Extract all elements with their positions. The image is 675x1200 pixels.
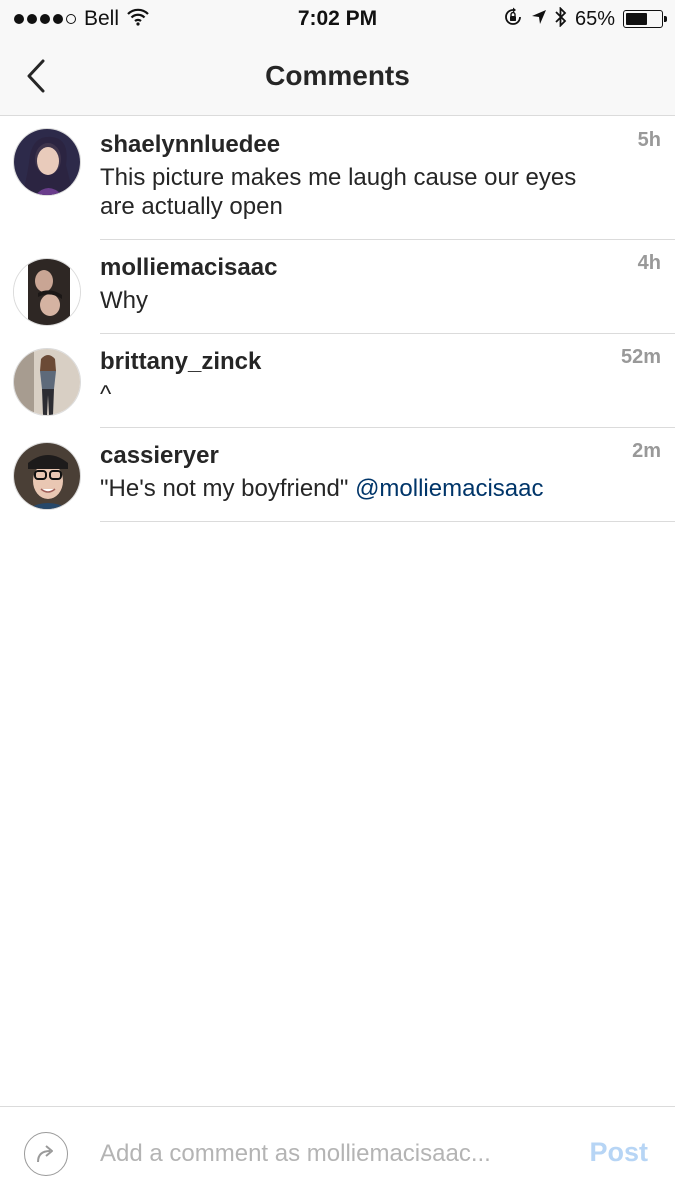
avatar[interactable] xyxy=(13,442,81,510)
share-button[interactable] xyxy=(24,1132,68,1176)
battery-level-fill xyxy=(626,13,647,25)
battery-icon xyxy=(623,10,667,28)
comment-input[interactable] xyxy=(100,1137,560,1171)
comment-timestamp: 5h xyxy=(637,129,661,151)
comment-text: "He's not my boyfriend" @molliemacisaac xyxy=(100,475,544,502)
comment-text: Why xyxy=(100,287,148,314)
comment-content: brittany_zinck ^ 52m xyxy=(100,334,675,428)
comment-timestamp: 4h xyxy=(637,252,661,274)
avatar[interactable] xyxy=(13,348,81,416)
avatar[interactable] xyxy=(13,128,81,196)
bluetooth-icon xyxy=(555,5,567,32)
comment-item: cassieryer "He's not my boyfriend" @moll… xyxy=(0,428,675,522)
post-button[interactable]: Post xyxy=(589,1137,648,1168)
avatar[interactable] xyxy=(13,258,81,326)
mention-link[interactable]: @molliemacisaac xyxy=(355,475,543,502)
status-bar: Bell 7:02 PM 65% xyxy=(0,0,675,38)
comment-username[interactable]: molliemacisaac xyxy=(100,254,605,282)
location-arrow-icon xyxy=(531,9,547,30)
comment-text: ^ xyxy=(100,381,112,408)
comment-username[interactable]: brittany_zinck xyxy=(100,348,605,376)
battery-percent: 65% xyxy=(574,7,615,30)
comment-content: shaelynnluedee This picture makes me lau… xyxy=(100,117,675,240)
comment-item: brittany_zinck ^ 52m xyxy=(0,334,675,428)
comment-timestamp: 52m xyxy=(620,346,661,368)
navigation-bar: Comments xyxy=(0,38,675,116)
comment-item: shaelynnluedee This picture makes me lau… xyxy=(0,117,675,240)
comment-composer: Post xyxy=(0,1106,675,1200)
comment-text: This picture makes me laugh cause our ey… xyxy=(100,164,577,220)
rotation-lock-icon xyxy=(503,7,523,32)
comment-username[interactable]: cassieryer xyxy=(100,442,605,470)
comment-list: shaelynnluedee This picture makes me lau… xyxy=(0,117,675,522)
comment-content: molliemacisaac Why 4h xyxy=(100,240,675,334)
comment-content: cassieryer "He's not my boyfriend" @moll… xyxy=(100,428,675,522)
comment-timestamp: 2m xyxy=(632,440,661,462)
comment-item: molliemacisaac Why 4h xyxy=(0,240,675,334)
page-title: Comments xyxy=(265,60,410,91)
share-arrow-icon xyxy=(37,1145,53,1163)
comment-username[interactable]: shaelynnluedee xyxy=(100,131,605,159)
status-right: 65% xyxy=(503,5,667,32)
